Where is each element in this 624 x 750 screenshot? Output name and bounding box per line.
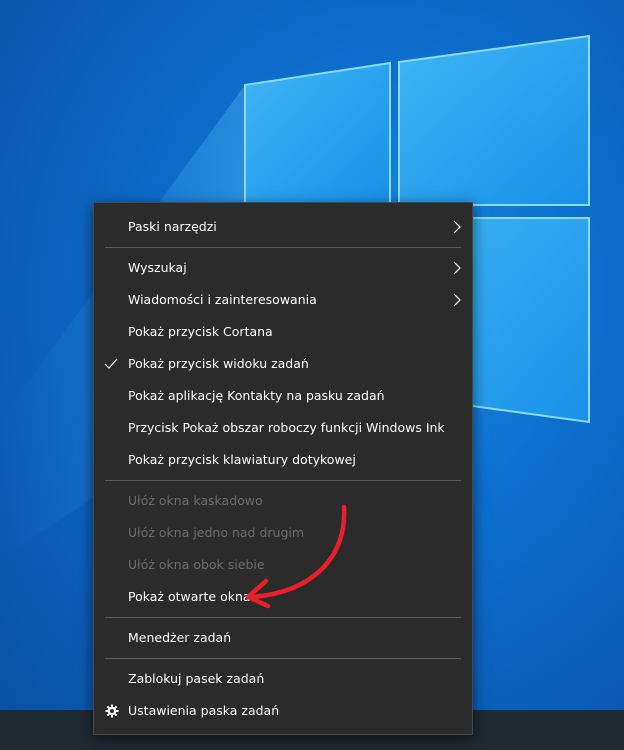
menu-item-label: Pokaż aplikację Kontakty na pasku zadań [128,388,385,403]
menu-separator [105,617,461,618]
menu-item-cascade-windows: Ułóż okna kaskadowo [94,485,472,517]
menu-item-label: Pokaż przycisk Cortana [128,324,273,339]
menu-item-stack-windows: Ułóż okna jedno nad drugim [94,517,472,549]
menu-item-label: Ułóż okna jedno nad drugim [128,525,305,540]
menu-item-label: Wiadomości i zainteresowania [128,292,317,307]
menu-item-show-task-view-button[interactable]: Pokaż przycisk widoku zadań [94,348,472,380]
menu-item-label: Ustawienia paska zadań [128,703,280,718]
menu-item-show-cortana-button[interactable]: Pokaż przycisk Cortana [94,316,472,348]
menu-item-label: Przycisk Pokaż obszar roboczy funkcji Wi… [128,420,445,435]
gear-icon [105,704,119,718]
menu-item-search[interactable]: Wyszukaj [94,252,472,284]
taskbar-context-menu: Paski narzędzi Wyszukaj Wiadomości i zai… [93,202,473,735]
menu-item-side-by-side-windows: Ułóż okna obok siebie [94,549,472,581]
menu-item-label: Paski narzędzi [128,219,217,234]
menu-item-toolbars[interactable]: Paski narzędzi [94,211,472,243]
checkmark-icon [104,358,118,369]
menu-item-label: Pokaż otwarte okna [128,589,251,604]
menu-item-show-touch-keyboard[interactable]: Pokaż przycisk klawiatury dotykowej [94,444,472,476]
menu-item-label: Pokaż przycisk widoku zadań [128,356,309,371]
menu-item-news-and-interests[interactable]: Wiadomości i zainteresowania [94,284,472,316]
menu-item-label: Pokaż przycisk klawiatury dotykowej [128,452,356,467]
menu-item-task-manager[interactable]: Menedżer zadań [94,622,472,654]
menu-item-label: Ułóż okna obok siebie [128,557,265,572]
chevron-right-icon [453,293,461,307]
chevron-right-icon [453,220,461,234]
menu-separator [105,247,461,248]
menu-item-taskbar-settings[interactable]: Ustawienia paska zadań [94,695,472,727]
chevron-right-icon [453,261,461,275]
menu-item-label: Zablokuj pasek zadań [128,671,265,686]
menu-item-show-windows-ink[interactable]: Przycisk Pokaż obszar roboczy funkcji Wi… [94,412,472,444]
menu-item-label: Wyszukaj [128,260,187,275]
menu-item-show-people[interactable]: Pokaż aplikację Kontakty na pasku zadań [94,380,472,412]
menu-item-show-open-windows[interactable]: Pokaż otwarte okna [94,581,472,613]
menu-item-label: Menedżer zadań [128,630,232,645]
menu-separator [105,480,461,481]
menu-separator [105,658,461,659]
menu-item-label: Ułóż okna kaskadowo [128,493,263,508]
menu-item-lock-taskbar[interactable]: Zablokuj pasek zadań [94,663,472,695]
